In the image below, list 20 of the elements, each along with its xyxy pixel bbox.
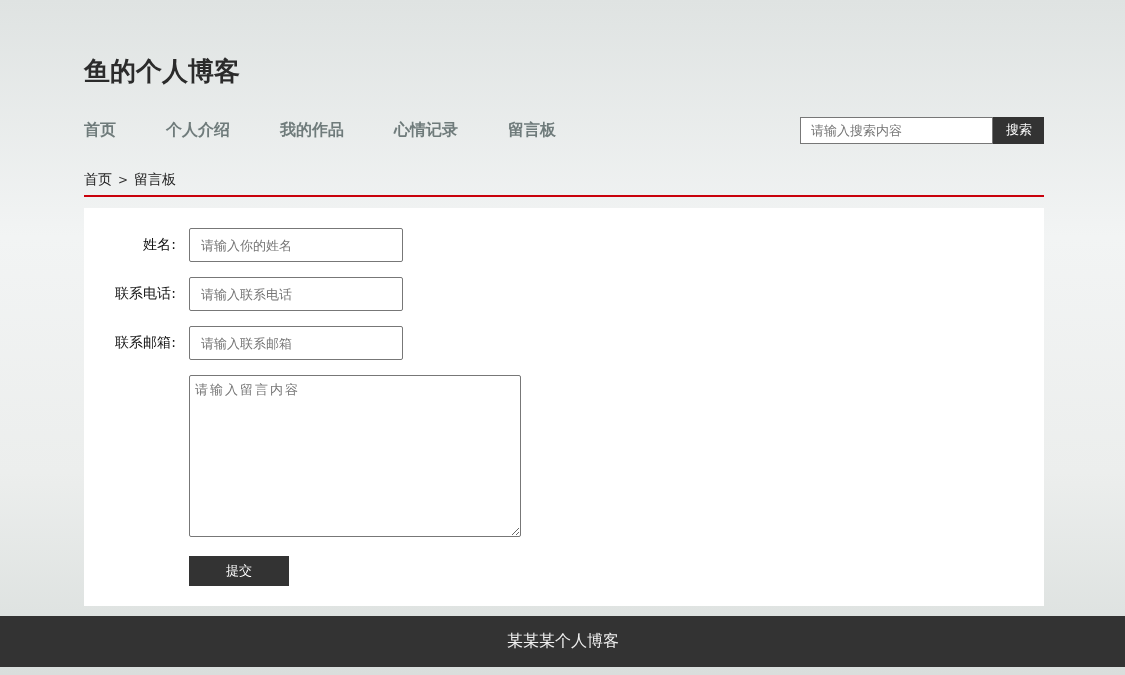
field-label: 联系电话: bbox=[114, 285, 176, 303]
nav-link[interactable]: 我的作品 bbox=[280, 119, 344, 141]
submit-button[interactable]: 提交 bbox=[189, 556, 289, 586]
footer-bar: 某某某个人博客 bbox=[0, 616, 1125, 667]
breadcrumb-separator: > bbox=[118, 173, 129, 187]
field-label: 联系邮箱: bbox=[114, 334, 176, 352]
field-label: 姓名: bbox=[142, 236, 176, 254]
nav-link[interactable]: 留言板 bbox=[508, 119, 556, 141]
search-button[interactable]: 搜索 bbox=[993, 116, 1044, 144]
nav-link[interactable]: 首页 bbox=[84, 119, 116, 141]
input-field[interactable]: 请输入联系邮箱 bbox=[189, 326, 403, 360]
nav-link[interactable]: 个人介绍 bbox=[166, 119, 230, 141]
breadcrumb-link[interactable]: 首页 bbox=[84, 171, 112, 189]
breadcrumb-link[interactable]: 留言板 bbox=[134, 171, 177, 189]
input-field[interactable]: 请输入你的姓名 bbox=[189, 228, 403, 262]
site-title: 鱼的个人博客 bbox=[84, 55, 241, 88]
search-field[interactable]: 请输入搜索内容 bbox=[800, 116, 993, 144]
input-field[interactable]: 请输入联系电话 bbox=[189, 277, 403, 311]
message-field[interactable]: 请输入留言内容 bbox=[189, 375, 521, 537]
nav-link[interactable]: 心情记录 bbox=[394, 119, 458, 141]
